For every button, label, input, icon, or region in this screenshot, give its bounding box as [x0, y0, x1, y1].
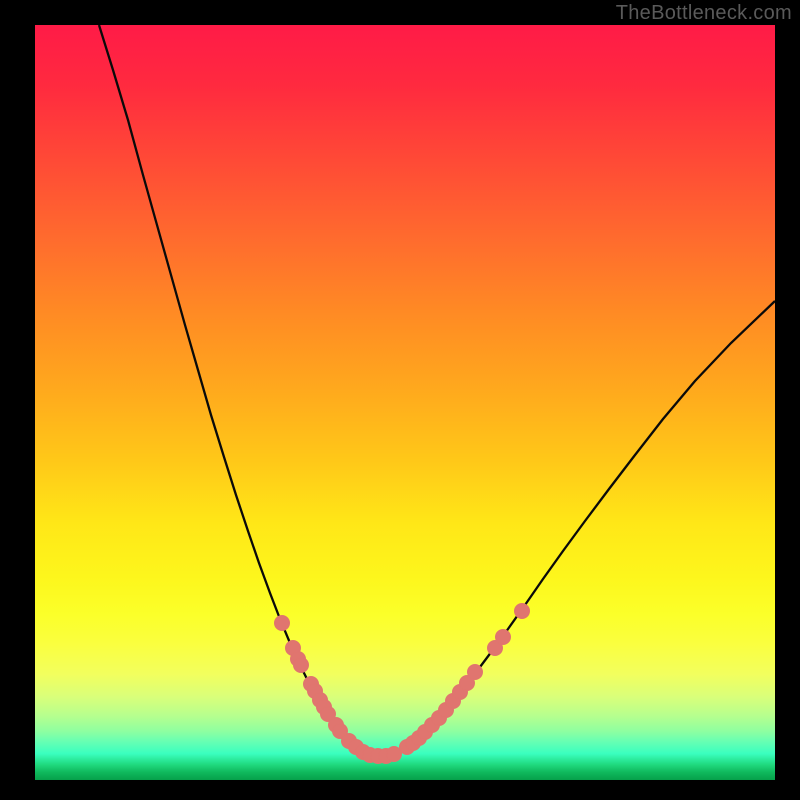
data-marker [496, 630, 511, 645]
watermark-text: TheBottleneck.com [616, 2, 792, 25]
data-marker [294, 658, 309, 673]
chart-plot-area [35, 25, 775, 780]
chart-frame: TheBottleneck.com [0, 0, 800, 800]
bottleneck-curve [99, 25, 775, 756]
chart-svg [35, 25, 775, 780]
data-marker [275, 616, 290, 631]
data-marker [515, 604, 530, 619]
data-marker [468, 665, 483, 680]
marker-group [275, 604, 530, 764]
